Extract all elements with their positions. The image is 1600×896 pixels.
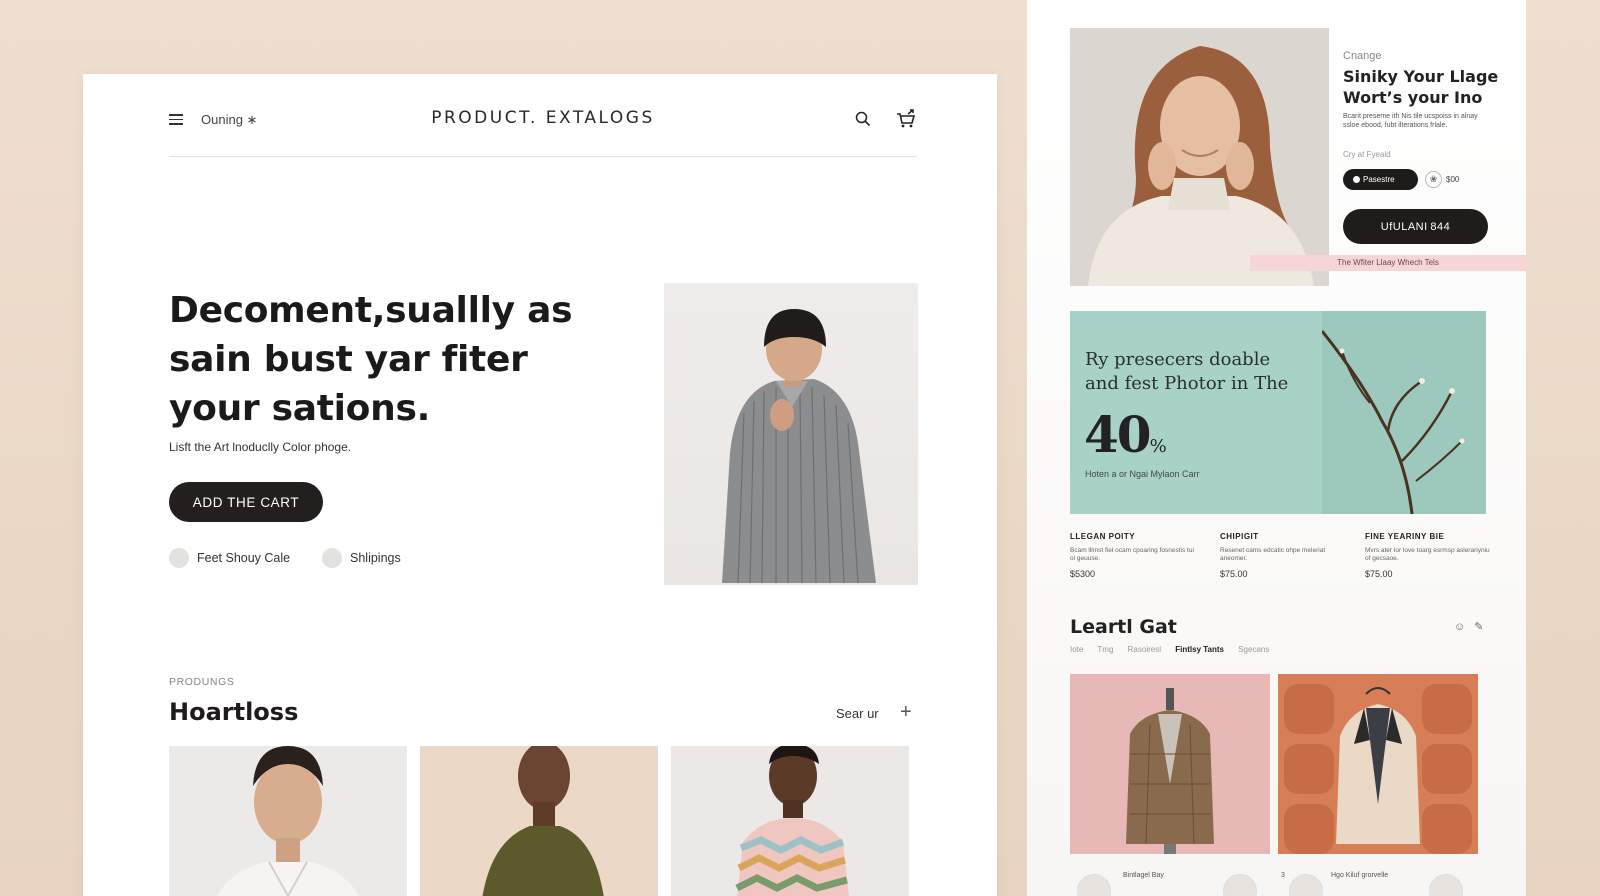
bottom-label: Hgo Kiluf grorvelle <box>1331 872 1389 879</box>
hero-headline-line: Decoment,suallly as <box>169 290 573 331</box>
pen-icon[interactable]: ✎ <box>1474 621 1483 633</box>
gallery-tab-active[interactable]: Fintlsy Tants <box>1175 645 1224 654</box>
feature-dot-icon <box>322 548 342 568</box>
feature-description: Bcarit preseme ith Nis tile ucspoiss in … <box>1343 113 1478 129</box>
brand-logo[interactable]: PRODUCT. EXTALOGS <box>169 108 917 128</box>
promo-note: Hoten a or Ngai Mylaon Carr <box>1085 469 1200 479</box>
feature-title-line: Wort’s your Ino <box>1343 88 1483 107</box>
featured-model-photo <box>1070 28 1329 286</box>
feature-kicker: Cnange <box>1343 50 1382 62</box>
promo-percent: 40% <box>1084 405 1167 464</box>
gallery-tab[interactable]: Rasoiresl <box>1128 645 1161 654</box>
feature-shipping[interactable]: Shlipings <box>322 548 401 568</box>
feature-label: Shlipings <box>350 551 401 565</box>
main-page-card: Ouning ∗ PRODUCT. EXTALOGS Decoment,sual… <box>83 74 997 896</box>
feature-cta-button[interactable]: UfULANI 844 <box>1343 209 1488 244</box>
feature-column[interactable]: CHIPIGIT Resenet cams edcatic ohpe meler… <box>1220 532 1350 579</box>
vest-photo <box>1278 674 1478 854</box>
gallery-item-tweed-blazer[interactable] <box>1070 674 1270 854</box>
header-divider <box>169 156 917 157</box>
gallery-actions: ☺ ✎ <box>1454 620 1484 633</box>
feature-column-price: $75.00 <box>1220 569 1248 579</box>
product-card[interactable] <box>420 746 658 896</box>
promo-percent-sign: % <box>1149 436 1167 457</box>
feature-title: Siniky Your Llage Wort’s your Ino <box>1343 66 1513 108</box>
product-photo-model-white-shirt <box>169 746 407 896</box>
feature-title-line: Siniky Your Llage <box>1343 67 1499 86</box>
avatar[interactable] <box>1429 874 1463 896</box>
hero-headline: Decoment,suallly as sain bust yar fiter … <box>169 286 599 433</box>
gallery-tab[interactable]: Sgecans <box>1238 645 1269 654</box>
feature-column-description: Bcam lllmst fiel ocam cpoaring fosnestis… <box>1070 547 1194 562</box>
gallery-tabs: Iote Tmg Rasoiresl Fintlsy Tants Sgecans <box>1070 645 1281 654</box>
avatar[interactable] <box>1077 874 1111 896</box>
product-photo-model-striped-tee <box>671 746 909 896</box>
gallery-tab[interactable]: Tmg <box>1097 645 1113 654</box>
promo-branch-panel <box>1320 311 1486 514</box>
products-heading: Hoartloss <box>169 698 299 726</box>
location-pin-icon[interactable]: ❀ <box>1425 171 1442 188</box>
hero-headline-line: your sations. <box>169 388 430 429</box>
product-card[interactable] <box>169 746 407 896</box>
option-pill-selected[interactable]: Pasestre <box>1343 169 1418 190</box>
bottom-label: Bintlagel Bay <box>1123 872 1164 879</box>
hero-model-photo <box>664 283 918 585</box>
promo-headline-line: and fest Photor in The <box>1085 373 1289 394</box>
add-icon[interactable]: + <box>900 701 912 724</box>
feature-column[interactable]: LLEGAN POITY Bcam lllmst fiel ocam cpoar… <box>1070 532 1200 579</box>
gallery-tab[interactable]: Iote <box>1070 645 1083 654</box>
avatar[interactable] <box>1289 874 1323 896</box>
top-nav: Ouning ∗ PRODUCT. EXTALOGS <box>169 108 917 132</box>
products-kicker: PRODUNGS <box>169 676 235 688</box>
promo-headline-line: Ry presecers doable <box>1085 349 1271 370</box>
feature-dot-icon <box>169 548 189 568</box>
feature-column-heading: FINE YEARINY BIE <box>1365 532 1445 541</box>
feature-column-description: Resenet cams edcatic ohpe meleriat aneom… <box>1220 547 1326 562</box>
feature-column-heading: CHIPIGIT <box>1220 532 1259 541</box>
promo-percent-value: 40 <box>1084 405 1152 464</box>
product-photo-model-green-sweater <box>420 746 658 896</box>
product-card[interactable] <box>671 746 909 896</box>
feature-column-description: Mvrs ater lor love toarg esrmsp aslerany… <box>1365 547 1490 562</box>
gallery-item-beige-vest[interactable] <box>1278 674 1478 854</box>
gallery-heading: Leartl Gat <box>1070 616 1177 638</box>
blazer-photo <box>1070 674 1270 854</box>
announcement-strip: The Wfiter Llaay Whech Tels <box>1250 255 1526 271</box>
cart-icon[interactable] <box>895 108 917 130</box>
search-icon[interactable] <box>855 111 871 127</box>
user-icon[interactable]: ☺ <box>1454 621 1465 633</box>
feature-column[interactable]: FINE YEARINY BIE Mvrs ater lor love toar… <box>1365 532 1495 579</box>
branch-illustration <box>1320 330 1465 514</box>
side-preview-card: Cnange Siniky Your Llage Wort’s your Ino… <box>1027 0 1526 896</box>
hero-headline-line: sain bust yar fiter <box>169 339 528 380</box>
promo-banner[interactable]: Ry presecers doable and fest Photor in T… <box>1070 311 1486 514</box>
avatar[interactable] <box>1223 874 1257 896</box>
feature-free-shipping[interactable]: Feet Shouy Cale <box>169 548 290 568</box>
feature-column-heading: LLEGAN POITY <box>1070 532 1136 541</box>
feature-column-price: $5300 <box>1070 569 1096 579</box>
feature-column-price: $75.00 <box>1365 569 1393 579</box>
products-search-link[interactable]: Sear ur <box>836 706 879 721</box>
feature-label: Feet Shouy Cale <box>197 551 291 565</box>
hero-subtitle: Lisft the Art lnoduclly Color phoge. <box>169 440 352 454</box>
option-caption: Cry at Fyeald <box>1343 150 1391 159</box>
option-price: $00 <box>1446 175 1460 184</box>
add-to-cart-button[interactable]: ADD THE CART <box>169 482 323 522</box>
bottom-number: 3 <box>1281 872 1285 879</box>
